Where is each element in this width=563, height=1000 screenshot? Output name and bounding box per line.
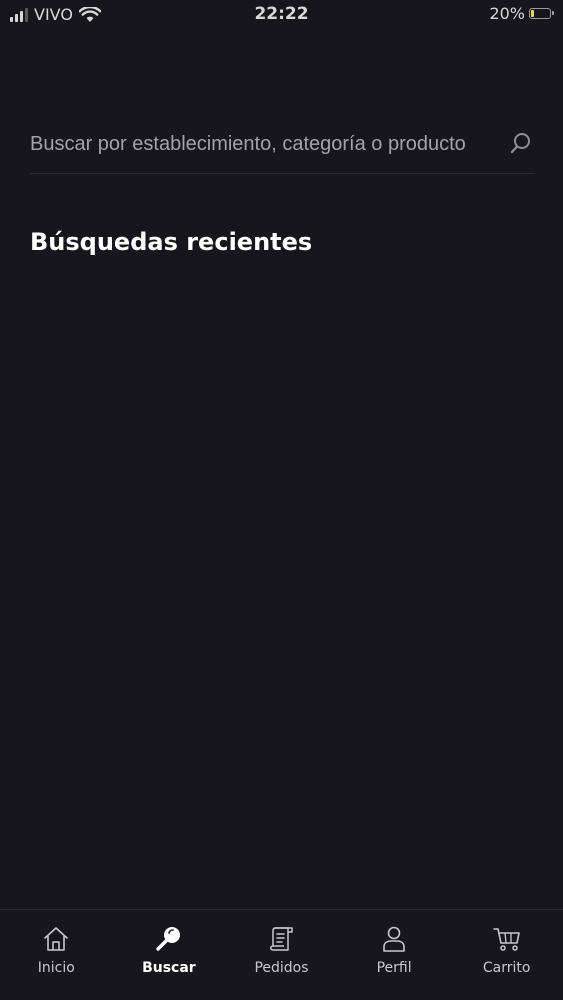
tab-label: Inicio	[37, 960, 75, 976]
cart-icon	[492, 928, 520, 951]
search-input[interactable]	[30, 128, 512, 160]
status-bar: VIVO 22:22 20%	[0, 0, 563, 30]
tab-label: Carrito	[482, 960, 531, 976]
status-right: 20%	[489, 4, 554, 23]
status-time: 22:22	[254, 4, 309, 24]
tab-buscar[interactable]: Buscar	[113, 910, 226, 1000]
search-bar	[30, 118, 535, 174]
tab-pedidos[interactable]: Pedidos	[225, 910, 338, 1000]
battery-icon	[529, 8, 554, 19]
tab-label: Perfil	[376, 960, 412, 976]
tab-perfil[interactable]: Perfil	[338, 910, 451, 1000]
home-icon	[44, 927, 69, 951]
battery-fill	[531, 10, 534, 17]
tab-inicio[interactable]: Inicio	[0, 910, 113, 1000]
search-icon	[156, 927, 180, 951]
profile-icon	[383, 926, 405, 952]
orders-icon	[270, 927, 294, 951]
tab-label: Buscar	[142, 960, 196, 976]
recent-searches-title: Búsquedas recientes	[30, 228, 313, 256]
bottom-tab-bar: Inicio Buscar Pedidos Perfil Carrito	[0, 909, 563, 1000]
search-icon[interactable]	[510, 132, 532, 154]
tab-label: Pedidos	[254, 960, 309, 976]
tab-carrito[interactable]: Carrito	[450, 910, 563, 1000]
battery-percentage: 20%	[489, 4, 525, 23]
